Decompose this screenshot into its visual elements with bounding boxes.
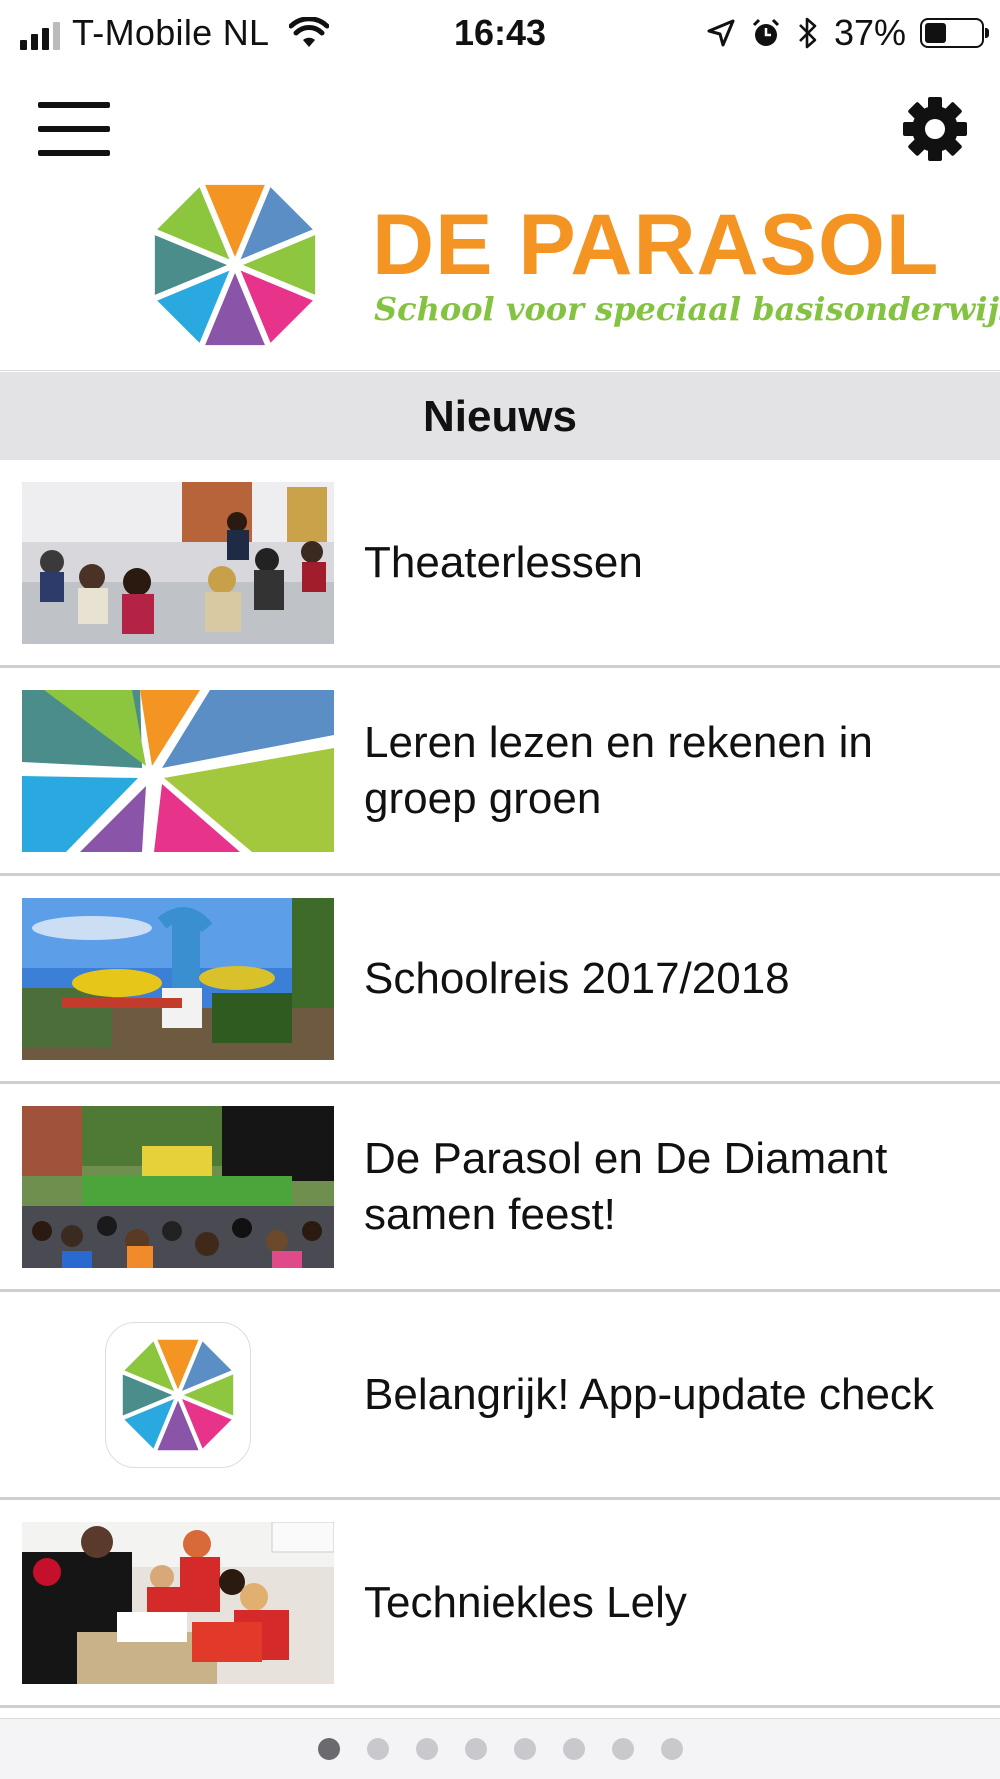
logo-title: DE PARASOL [372, 197, 940, 293]
logo-subtitle: School voor speciaal basisonderwijs [374, 290, 1000, 328]
news-item[interactable]: Leren lezen en rekenen in groep groen [0, 668, 1000, 876]
news-title: Belangrijk! App-update check [364, 1369, 934, 1419]
app-header: DE PARASOL School voor speciaal basisond… [0, 70, 1000, 371]
news-item[interactable]: Belangrijk! App-update check [0, 1292, 1000, 1500]
news-title: Leren lezen en rekenen in groep groen [364, 717, 873, 823]
parasol-logo-icon [148, 178, 322, 352]
news-item[interactable]: De Parasol en De Diamant samen feest! [0, 1084, 1000, 1292]
news-title: Techniekles Lely [364, 1577, 687, 1627]
page-dot[interactable] [317, 1738, 340, 1760]
battery-percent: 37% [833, 12, 906, 53]
school-party-photo [22, 1106, 334, 1268]
parasol-app-icon [118, 1335, 238, 1455]
page-dot[interactable] [415, 1738, 438, 1760]
hamburger-icon[interactable] [38, 102, 110, 156]
amusement-park-photo [22, 898, 334, 1060]
page-dot[interactable] [513, 1738, 536, 1760]
page-dot[interactable] [464, 1738, 487, 1760]
technique-class-photo [22, 1522, 334, 1684]
battery-icon [920, 18, 989, 48]
news-title: Schoolreis 2017/2018 [364, 953, 790, 1003]
parasol-graphic [22, 690, 334, 852]
status-right: 37% [706, 12, 989, 54]
news-item[interactable]: Schoolreis 2017/2018 [0, 876, 1000, 1084]
app-icon-thumb [22, 1314, 334, 1476]
news-title: De Parasol en De Diamant samen feest! [364, 1133, 888, 1239]
page-dot[interactable] [611, 1738, 634, 1760]
news-item[interactable]: Theaterlessen [0, 460, 1000, 668]
page-dot[interactable] [366, 1738, 389, 1760]
news-item[interactable]: Techniekles Lely [0, 1500, 1000, 1708]
app-icon [105, 1322, 251, 1468]
location-arrow-icon [707, 19, 735, 47]
gear-icon[interactable] [900, 94, 970, 164]
section-header: Nieuws [0, 372, 1000, 460]
bluetooth-icon [799, 17, 817, 49]
theater-photo [22, 482, 334, 644]
news-list: Theaterlessen Leren lezen en rekenen in … [0, 460, 1000, 1708]
status-bar: T-Mobile NL 16:43 37% [0, 0, 1000, 70]
section-title: Nieuws [422, 392, 578, 441]
news-title: Theaterlessen [364, 537, 643, 587]
page-dot[interactable] [562, 1738, 585, 1760]
page-dot[interactable] [660, 1738, 683, 1760]
alarm-icon [752, 18, 779, 46]
page-indicator [0, 1718, 1000, 1779]
